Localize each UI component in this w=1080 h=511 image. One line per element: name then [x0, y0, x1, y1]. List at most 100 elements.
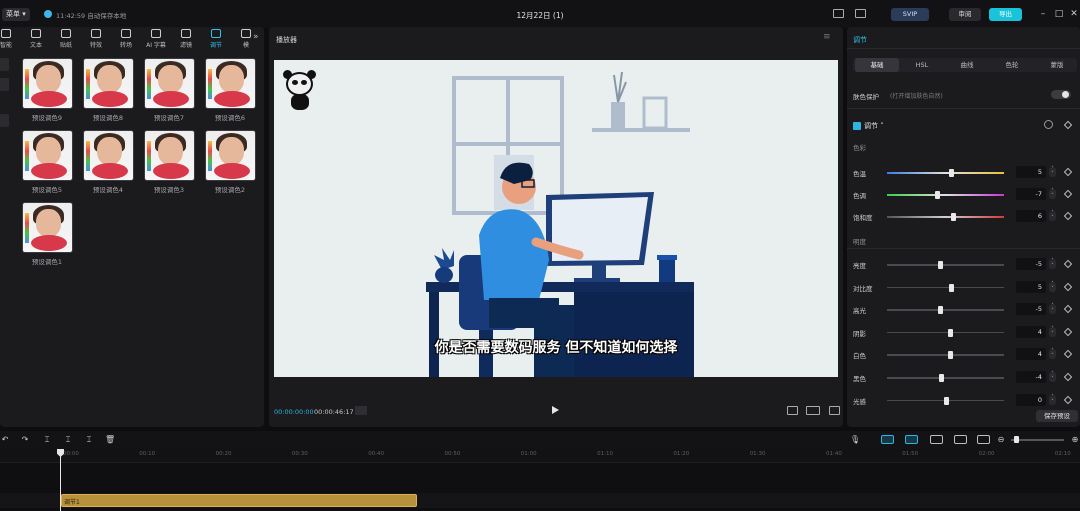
slider-value-input[interactable]: 0: [1016, 393, 1046, 406]
slider-knob[interactable]: [948, 328, 954, 337]
stepper-icon[interactable]: ˄ ˅: [1049, 304, 1056, 315]
timecode-format-icon[interactable]: [355, 406, 367, 415]
preset-thumbnail[interactable]: [144, 130, 195, 181]
slider-knob[interactable]: [948, 351, 954, 360]
slider-track[interactable]: [887, 286, 1004, 289]
split-right-icon[interactable]: ⌶: [84, 435, 94, 444]
export-button[interactable]: 导出: [989, 8, 1022, 21]
subtab-3[interactable]: 色轮: [990, 58, 1034, 72]
slider-value-input[interactable]: -7: [1016, 188, 1046, 200]
close-icon[interactable]: ✕: [1068, 8, 1080, 20]
grid-layout-icon[interactable]: [855, 9, 866, 18]
svip-button[interactable]: SVIP: [891, 8, 929, 21]
subtab-0[interactable]: 基础: [855, 58, 899, 72]
slider-knob[interactable]: [950, 213, 956, 221]
redo-icon[interactable]: ↷: [20, 435, 30, 444]
tool-ai-caption[interactable]: AI 字幕: [142, 29, 170, 51]
slider-value-input[interactable]: 5: [1016, 280, 1046, 293]
video-canvas[interactable]: [274, 60, 838, 377]
slider-knob[interactable]: [943, 396, 949, 405]
play-icon[interactable]: [552, 406, 559, 414]
preview-axis-icon[interactable]: [954, 435, 967, 444]
slider-track[interactable]: [887, 354, 1004, 356]
slider-track[interactable]: [887, 309, 1004, 311]
tool-sparkle[interactable]: 智能: [0, 29, 20, 51]
tool-sticker[interactable]: 贴纸: [52, 29, 80, 51]
category-item[interactable]: [0, 78, 9, 91]
slider-track[interactable]: [887, 377, 1004, 379]
slider-value-input[interactable]: 5: [1016, 166, 1046, 178]
slider-value-input[interactable]: 4: [1016, 325, 1046, 338]
microphone-icon[interactable]: 🎙: [850, 435, 860, 444]
slider-value-input[interactable]: -4: [1016, 371, 1046, 383]
stepper-icon[interactable]: ˄ ˅: [1049, 394, 1056, 405]
stepper-icon[interactable]: ˄ ˅: [1049, 211, 1056, 221]
preset-thumbnail[interactable]: [22, 130, 73, 181]
aspect-ratio-icon[interactable]: [806, 406, 820, 415]
zoom-in-icon[interactable]: ⊕: [1070, 435, 1080, 444]
slider-track[interactable]: [887, 216, 1004, 218]
preset-thumbnail[interactable]: [205, 58, 256, 109]
zoom-slider-knob[interactable]: [1014, 436, 1019, 443]
slider-knob[interactable]: [949, 169, 955, 177]
adjust-section-title[interactable]: 调节 ˄: [864, 121, 884, 131]
slider-value-input[interactable]: 4: [1016, 348, 1046, 361]
split-left-icon[interactable]: ⌶: [63, 435, 73, 444]
video-subtitle[interactable]: 你是否需要数码服务 但不知道如何选择: [274, 337, 838, 357]
preset-thumbnail[interactable]: [144, 58, 195, 109]
slider-knob[interactable]: [949, 283, 955, 292]
slider-track[interactable]: [887, 172, 1004, 174]
category-item[interactable]: [0, 114, 9, 127]
slider-track[interactable]: [887, 264, 1004, 266]
subtab-4[interactable]: 蒙版: [1035, 58, 1079, 72]
adjust-clip[interactable]: [61, 494, 417, 507]
stepper-icon[interactable]: ˄ ˅: [1049, 372, 1056, 382]
stepper-icon[interactable]: ˄ ˅: [1049, 167, 1056, 177]
tool-effects[interactable]: 特效: [82, 29, 110, 51]
subtab-2[interactable]: 曲线: [945, 58, 989, 72]
tool-text[interactable]: 文本: [22, 29, 50, 51]
tool-filter[interactable]: 滤镜: [172, 29, 200, 51]
review-button[interactable]: 审阅: [949, 8, 981, 21]
slider-value-input[interactable]: -5: [1016, 303, 1046, 316]
reset-icon[interactable]: [1044, 120, 1053, 129]
tool-adjust[interactable]: 调节: [202, 29, 230, 51]
zoom-out-icon[interactable]: ⊖: [996, 435, 1006, 444]
caption-icon[interactable]: [977, 435, 990, 444]
preset-thumbnail[interactable]: [22, 202, 73, 253]
playhead[interactable]: [60, 449, 61, 511]
panda-meme-sticker[interactable]: [282, 70, 316, 112]
fullscreen-icon[interactable]: [829, 406, 840, 415]
auto-snap-icon[interactable]: [905, 435, 918, 444]
slider-value-input[interactable]: 6: [1016, 210, 1046, 222]
tab-adjust[interactable]: 调节: [853, 35, 867, 45]
skin-protect-toggle[interactable]: [1051, 90, 1071, 99]
linkage-icon[interactable]: [930, 435, 943, 444]
minimize-icon[interactable]: –: [1037, 8, 1049, 20]
slider-knob[interactable]: [935, 191, 941, 199]
split-icon[interactable]: ⌶: [42, 435, 52, 444]
delete-icon[interactable]: 🗑: [105, 435, 115, 444]
slider-track[interactable]: [887, 331, 1004, 334]
stepper-icon[interactable]: ˄ ˅: [1049, 349, 1056, 360]
expand-toolbar-icon[interactable]: »: [253, 32, 259, 42]
preset-thumbnail[interactable]: [83, 130, 134, 181]
main-track-magnet-icon[interactable]: [881, 435, 894, 444]
preset-thumbnail[interactable]: [22, 58, 73, 109]
layout-icon[interactable]: [833, 9, 844, 18]
stepper-icon[interactable]: ˄ ˅: [1049, 189, 1056, 199]
slider-knob[interactable]: [937, 261, 943, 269]
preset-thumbnail[interactable]: [83, 58, 134, 109]
subtab-1[interactable]: HSL: [900, 58, 944, 72]
maximize-icon[interactable]: □: [1053, 8, 1065, 20]
undo-icon[interactable]: ↶: [0, 435, 10, 444]
stepper-icon[interactable]: ˄ ˅: [1049, 326, 1056, 337]
tool-transition[interactable]: 转场: [112, 29, 140, 51]
slider-track[interactable]: [887, 194, 1004, 196]
stepper-icon[interactable]: ˄ ˅: [1049, 281, 1056, 292]
slider-knob[interactable]: [937, 306, 943, 315]
preset-thumbnail[interactable]: [205, 130, 256, 181]
slider-knob[interactable]: [938, 374, 944, 382]
slider-value-input[interactable]: -5: [1016, 258, 1046, 270]
adjust-checkbox[interactable]: [853, 122, 861, 130]
